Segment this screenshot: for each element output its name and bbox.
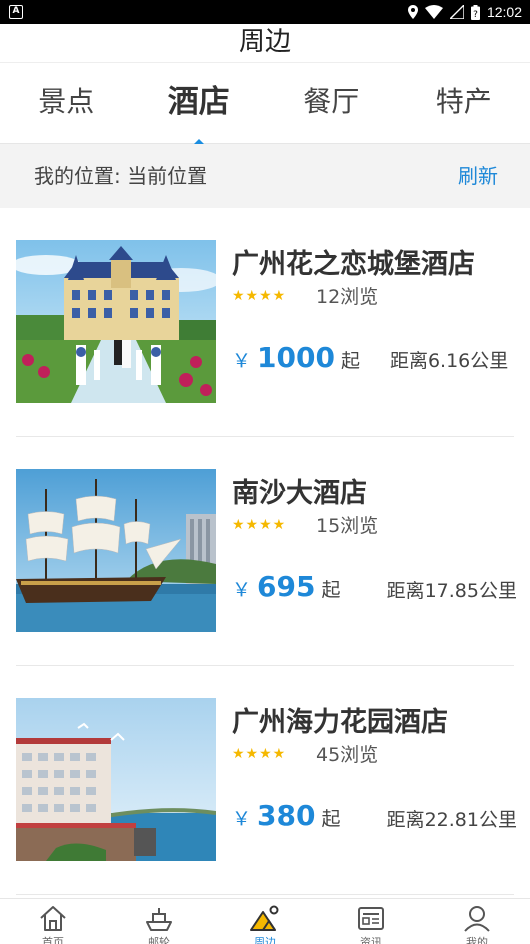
rating-stars: ★★★★ bbox=[232, 288, 287, 304]
tab-label: 酒店 bbox=[167, 84, 230, 120]
hotel-distance: 距离6.16公里 bbox=[389, 350, 509, 372]
cruise-ship-icon bbox=[146, 908, 172, 931]
currency-symbol: ￥ bbox=[232, 350, 252, 372]
app-notification-icon: A bbox=[9, 5, 23, 19]
hotel-thumbnail bbox=[16, 698, 216, 861]
rating-stars: ★★★★ bbox=[232, 746, 287, 762]
tab-scenic-spots[interactable]: 景点 bbox=[0, 63, 133, 143]
bottom-navigation: 首页 邮轮 周边 资讯 我的 bbox=[0, 898, 530, 944]
nav-news[interactable]: 资讯 bbox=[318, 899, 424, 944]
tab-label: 特产 bbox=[435, 85, 492, 118]
nearby-mountain-icon bbox=[250, 905, 279, 931]
view-count: 12浏览 bbox=[316, 286, 379, 308]
status-bar: A ? 12:02 bbox=[0, 0, 530, 24]
page-title: 周边 bbox=[238, 27, 291, 57]
price-distance-row: ￥ 380 起 距离22.81公里 bbox=[232, 802, 517, 832]
battery-icon: ? bbox=[470, 4, 480, 20]
hotel-price: 695 bbox=[257, 570, 316, 603]
news-icon bbox=[358, 907, 384, 930]
hotel-name: 南沙大酒店 bbox=[232, 478, 367, 509]
hotel-thumbnail bbox=[16, 240, 216, 403]
tab-hotels[interactable]: 酒店 bbox=[133, 63, 266, 144]
hotel-name: 广州海力花园酒店 bbox=[232, 707, 448, 738]
hotel-thumbnail bbox=[16, 469, 216, 632]
wifi-icon bbox=[424, 5, 443, 19]
price-distance-row: ￥ 1000 起 距离6.16公里 bbox=[232, 344, 517, 373]
refresh-button[interactable]: 刷新 bbox=[458, 144, 498, 208]
hotel-list: 广州花之恋城堡酒店 ★★★★ 12浏览 ￥ 1000 起距离6.16公里 南沙大… bbox=[0, 208, 530, 895]
status-time: 12:02 bbox=[486, 4, 522, 20]
nav-nearby[interactable]: 周边 bbox=[212, 899, 318, 944]
nav-label: 邮轮 bbox=[148, 936, 170, 944]
home-icon bbox=[40, 906, 66, 931]
nav-label: 资讯 bbox=[360, 936, 382, 944]
nav-label: 首页 bbox=[42, 936, 64, 944]
hotel-distance: 距离22.81公里 bbox=[386, 809, 517, 831]
tab-restaurants[interactable]: 餐厅 bbox=[265, 63, 398, 143]
user-icon bbox=[464, 906, 490, 932]
nav-home[interactable]: 首页 bbox=[0, 899, 106, 944]
hotel-item[interactable]: 南沙大酒店 ★★★★ 15浏览 ￥ 695 起 距离17.85公里 bbox=[0, 437, 530, 666]
location-pin-icon bbox=[407, 5, 418, 19]
nav-label: 周边 bbox=[254, 936, 276, 944]
location-bar: 我的位置: 当前位置 刷新 bbox=[0, 144, 530, 208]
hotel-price: 380 bbox=[257, 799, 316, 832]
divider bbox=[16, 894, 514, 895]
rating-stars: ★★★★ bbox=[232, 517, 287, 533]
hotel-item[interactable]: 广州花之恋城堡酒店 ★★★★ 12浏览 ￥ 1000 起 距离6.16公里 bbox=[0, 208, 530, 437]
tab-label: 景点 bbox=[38, 85, 95, 118]
hotel-price: 1000 bbox=[257, 341, 335, 374]
current-location-text: 我的位置: 当前位置 bbox=[34, 164, 208, 188]
currency-symbol: ￥ bbox=[232, 579, 252, 601]
tab-label: 餐厅 bbox=[303, 85, 360, 118]
hotel-item[interactable]: 广州海力花园酒店 ★★★★ 45浏览 ￥ 380 起 距离22.81公里 bbox=[0, 666, 530, 895]
nav-profile[interactable]: 我的 bbox=[424, 899, 530, 944]
hotel-distance: 距离17.85公里 bbox=[386, 580, 517, 602]
category-tabs: 景点 酒店 餐厅 特产 bbox=[0, 62, 530, 144]
price-suffix: 起 bbox=[340, 350, 360, 372]
svg-text:?: ? bbox=[473, 10, 478, 20]
tab-specialties[interactable]: 特产 bbox=[398, 63, 530, 143]
hotel-name: 广州花之恋城堡酒店 bbox=[232, 249, 475, 280]
view-count: 15浏览 bbox=[316, 515, 379, 537]
nav-cruise[interactable]: 邮轮 bbox=[106, 899, 212, 944]
signal-icon bbox=[449, 5, 464, 19]
currency-symbol: ￥ bbox=[232, 808, 252, 830]
nav-label: 我的 bbox=[466, 936, 488, 944]
view-count: 45浏览 bbox=[316, 744, 379, 766]
price-suffix: 起 bbox=[321, 579, 341, 601]
price-distance-row: ￥ 695 起 距离17.85公里 bbox=[232, 573, 517, 603]
price-suffix: 起 bbox=[321, 808, 341, 830]
title-bar: 周边 bbox=[0, 24, 530, 62]
